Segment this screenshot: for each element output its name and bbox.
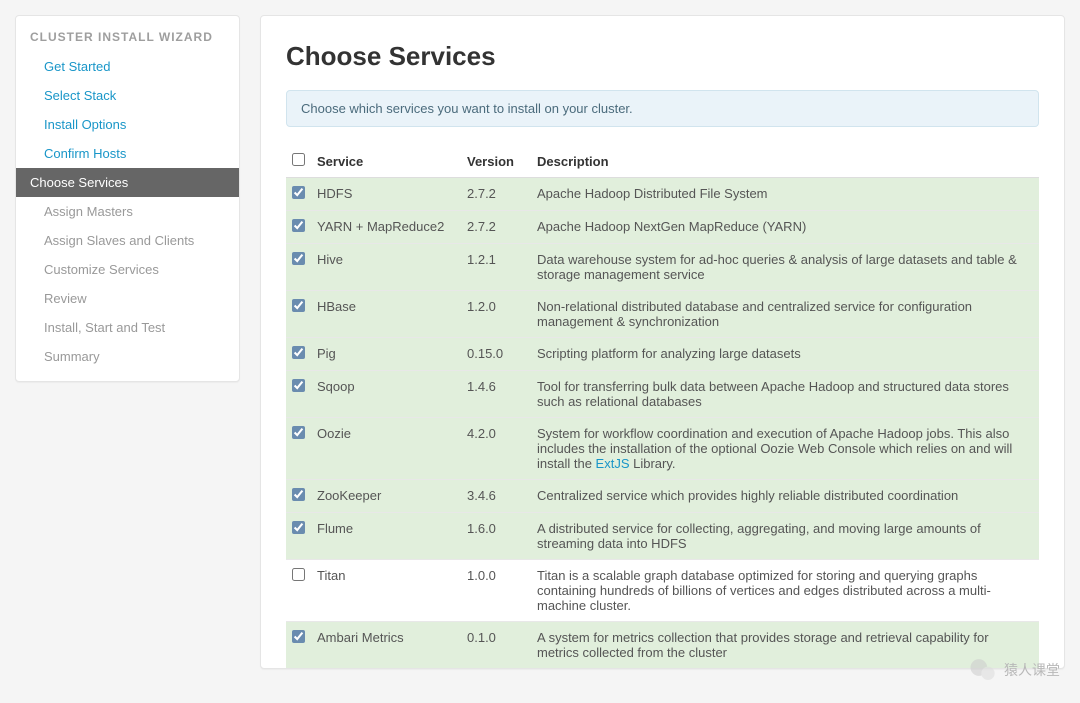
- wizard-step-4: Choose Services: [16, 168, 239, 197]
- service-description: A distributed service for collecting, ag…: [531, 513, 1039, 560]
- sidebar: CLUSTER INSTALL WIZARD Get StartedSelect…: [0, 0, 240, 703]
- service-name: Oozie: [311, 418, 461, 480]
- table-row: ZooKeeper3.4.6Centralized service which …: [286, 480, 1039, 513]
- service-name: YARN + MapReduce2: [311, 211, 461, 244]
- table-row: Flume1.6.0A distributed service for coll…: [286, 513, 1039, 560]
- row-checkbox-cell: [286, 418, 311, 480]
- header-checkbox-cell: [286, 145, 311, 178]
- extjs-link[interactable]: ExtJS: [596, 456, 630, 471]
- wizard-step-10: Summary: [16, 342, 239, 371]
- table-row: Pig0.15.0Scripting platform for analyzin…: [286, 338, 1039, 371]
- service-version: 3.4.6: [461, 480, 531, 513]
- row-checkbox-cell: [286, 480, 311, 513]
- service-version: 2.7.2: [461, 211, 531, 244]
- service-checkbox[interactable]: [292, 630, 305, 643]
- service-version: 2.7.2: [461, 178, 531, 211]
- wizard-step-8: Review: [16, 284, 239, 313]
- header-service: Service: [311, 145, 461, 178]
- service-name: HBase: [311, 291, 461, 338]
- table-row: Ambari Metrics0.1.0A system for metrics …: [286, 622, 1039, 669]
- service-description: Centralized service which provides highl…: [531, 480, 1039, 513]
- service-version: 4.2.0: [461, 418, 531, 480]
- service-version: 1.4.6: [461, 371, 531, 418]
- row-checkbox-cell: [286, 211, 311, 244]
- service-version: 0.15.0: [461, 338, 531, 371]
- table-row: Sqoop1.4.6Tool for transferring bulk dat…: [286, 371, 1039, 418]
- info-alert: Choose which services you want to instal…: [286, 90, 1039, 127]
- header-version: Version: [461, 145, 531, 178]
- wizard-card: CLUSTER INSTALL WIZARD Get StartedSelect…: [15, 15, 240, 382]
- service-version: 1.2.1: [461, 244, 531, 291]
- table-row: YARN + MapReduce22.7.2Apache Hadoop Next…: [286, 211, 1039, 244]
- table-row: HBase1.2.0Non-relational distributed dat…: [286, 291, 1039, 338]
- service-description: Apache Hadoop NextGen MapReduce (YARN): [531, 211, 1039, 244]
- row-checkbox-cell: [286, 622, 311, 669]
- service-name: Hive: [311, 244, 461, 291]
- service-description: Non-relational distributed database and …: [531, 291, 1039, 338]
- service-description: Data warehouse system for ad-hoc queries…: [531, 244, 1039, 291]
- row-checkbox-cell: [286, 178, 311, 211]
- service-checkbox[interactable]: [292, 252, 305, 265]
- service-name: Ambari Metrics: [311, 622, 461, 669]
- service-checkbox[interactable]: [292, 299, 305, 312]
- row-checkbox-cell: [286, 513, 311, 560]
- service-checkbox[interactable]: [292, 426, 305, 439]
- wizard-steps: Get StartedSelect StackInstall OptionsCo…: [16, 52, 239, 371]
- service-version: 1.6.0: [461, 513, 531, 560]
- table-row: HDFS2.7.2Apache Hadoop Distributed File …: [286, 178, 1039, 211]
- service-name: Titan: [311, 560, 461, 622]
- service-checkbox[interactable]: [292, 219, 305, 232]
- table-row: Titan1.0.0Titan is a scalable graph data…: [286, 560, 1039, 622]
- wizard-step-5: Assign Masters: [16, 197, 239, 226]
- service-description: Apache Hadoop Distributed File System: [531, 178, 1039, 211]
- row-checkbox-cell: [286, 244, 311, 291]
- service-name: Sqoop: [311, 371, 461, 418]
- row-checkbox-cell: [286, 560, 311, 622]
- service-version: 1.2.0: [461, 291, 531, 338]
- service-name: Pig: [311, 338, 461, 371]
- service-name: HDFS: [311, 178, 461, 211]
- main-area: Choose Services Choose which services yo…: [240, 0, 1080, 703]
- service-description: A system for metrics collection that pro…: [531, 622, 1039, 669]
- page-title: Choose Services: [286, 41, 1039, 72]
- header-description: Description: [531, 145, 1039, 178]
- service-checkbox[interactable]: [292, 346, 305, 359]
- wizard-step-7: Customize Services: [16, 255, 239, 284]
- select-all-checkbox[interactable]: [292, 153, 305, 166]
- table-header-row: Service Version Description: [286, 145, 1039, 178]
- table-row: Hive1.2.1Data warehouse system for ad-ho…: [286, 244, 1039, 291]
- service-description: Scripting platform for analyzing large d…: [531, 338, 1039, 371]
- service-checkbox[interactable]: [292, 568, 305, 581]
- service-description: Tool for transferring bulk data between …: [531, 371, 1039, 418]
- service-name: Flume: [311, 513, 461, 560]
- service-checkbox[interactable]: [292, 521, 305, 534]
- table-row: Oozie4.2.0System for workflow coordinati…: [286, 418, 1039, 480]
- wizard-step-2[interactable]: Install Options: [16, 110, 239, 139]
- service-description: System for workflow coordination and exe…: [531, 418, 1039, 480]
- services-table: Service Version Description HDFS2.7.2Apa…: [286, 145, 1039, 668]
- wizard-step-9: Install, Start and Test: [16, 313, 239, 342]
- main-panel: Choose Services Choose which services yo…: [260, 15, 1065, 669]
- service-checkbox[interactable]: [292, 488, 305, 501]
- service-name: ZooKeeper: [311, 480, 461, 513]
- wizard-step-6: Assign Slaves and Clients: [16, 226, 239, 255]
- wizard-title: CLUSTER INSTALL WIZARD: [16, 16, 239, 52]
- row-checkbox-cell: [286, 338, 311, 371]
- service-checkbox[interactable]: [292, 379, 305, 392]
- service-checkbox[interactable]: [292, 186, 305, 199]
- service-version: 0.1.0: [461, 622, 531, 669]
- row-checkbox-cell: [286, 371, 311, 418]
- wizard-step-0[interactable]: Get Started: [16, 52, 239, 81]
- wizard-step-1[interactable]: Select Stack: [16, 81, 239, 110]
- service-description: Titan is a scalable graph database optim…: [531, 560, 1039, 622]
- wizard-step-3[interactable]: Confirm Hosts: [16, 139, 239, 168]
- row-checkbox-cell: [286, 291, 311, 338]
- service-version: 1.0.0: [461, 560, 531, 622]
- desc-text-post: Library.: [630, 456, 676, 471]
